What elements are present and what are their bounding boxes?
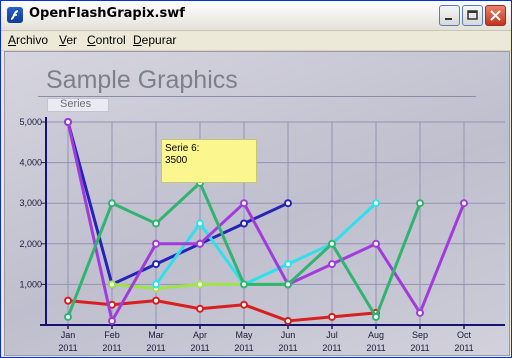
- menu-depurar-label: epurar: [141, 33, 177, 47]
- menu-control-label: ontrol: [95, 33, 126, 47]
- menu-depurar-accelerator: D: [133, 33, 142, 47]
- data-point-series-5: [152, 239, 160, 248]
- y-tick-label: 1,000: [19, 279, 42, 289]
- y-tick-label: 4,000: [19, 158, 42, 168]
- plot-area: [46, 122, 505, 325]
- line-chart: 1,000 2,000 3,000 4,000 5,000 Jan 2011 Feb 2011 M…: [19, 117, 505, 353]
- tooltip-series: Serie 6:: [165, 143, 200, 154]
- y-tick-label: 5,000: [19, 117, 42, 127]
- data-point-series-2: [328, 312, 336, 321]
- data-point-series-5: [460, 199, 468, 208]
- data-point-series-2: [152, 296, 160, 305]
- x-tick-year-label: 2011: [234, 343, 253, 353]
- x-tick-label: Feb: [104, 330, 120, 340]
- data-point-series-4: [284, 260, 292, 269]
- window-title: OpenFlashGrapix.swf: [29, 6, 185, 21]
- x-tick-label: Jun: [281, 330, 296, 340]
- data-point-series-2: [240, 300, 248, 309]
- data-tooltip: Serie 6: 3500: [161, 139, 257, 183]
- data-point-series-5: [196, 239, 204, 248]
- menu-archivo-label: rchivo: [16, 33, 49, 47]
- x-tick-year-label: 2011: [366, 343, 385, 353]
- data-point-series-6: [328, 239, 336, 248]
- data-point-series-1: [284, 199, 292, 208]
- flash-stage: Sample Graphics Series 1,000 2,000 3,000 4,…: [4, 51, 510, 356]
- x-tick-label: May: [235, 330, 253, 340]
- data-point-series-4: [372, 199, 380, 208]
- data-point-series-6: [416, 199, 424, 208]
- data-point-series-3: [108, 280, 116, 289]
- maximize-icon: [467, 10, 478, 20]
- close-button[interactable]: [485, 5, 506, 26]
- app-window: OpenFlashGrapix.swf Archivo Ver Control …: [0, 0, 512, 358]
- x-tick-year-label: 2011: [190, 343, 209, 353]
- menu-control-accelerator: C: [87, 33, 96, 47]
- x-tick-year-label: 2011: [58, 343, 77, 353]
- x-tick-label: Sep: [412, 330, 428, 340]
- data-point-series-2: [196, 304, 204, 313]
- data-point-series-6: [284, 280, 292, 289]
- data-point-series-5: [64, 118, 72, 126]
- data-point-series-6: [372, 312, 380, 321]
- data-point-series-4: [152, 280, 160, 289]
- data-point-series-5: [372, 239, 380, 248]
- menu-archivo-accelerator: A: [8, 33, 17, 47]
- x-tick-label: Oct: [457, 330, 472, 340]
- data-point-series-5: [108, 316, 116, 325]
- x-tick-year-label: 2011: [102, 343, 121, 353]
- data-point-series-5: [328, 260, 336, 269]
- data-point-series-5: [416, 308, 424, 317]
- x-tick-year-label: 2011: [146, 343, 165, 353]
- y-tick-label: 2,000: [19, 239, 42, 249]
- menu-bar: Archivo Ver Control Depurar: [1, 31, 511, 51]
- data-point-series-4: [196, 219, 204, 228]
- data-point-series-6: [240, 280, 248, 289]
- x-tick-label: Jan: [61, 330, 76, 340]
- data-point-series-6: [152, 219, 160, 228]
- close-icon: [490, 10, 501, 21]
- menu-archivo[interactable]: Archivo: [8, 33, 48, 47]
- x-tick-year-label: 2011: [454, 343, 473, 353]
- y-tick-label: 3,000: [19, 198, 42, 208]
- x-tick-year-label: 2011: [322, 343, 341, 353]
- menu-ver-label: er: [66, 33, 78, 47]
- data-point-series-2: [64, 296, 72, 305]
- x-tick-label: Aug: [368, 330, 384, 340]
- maximize-button[interactable]: [462, 5, 483, 26]
- data-point-series-1: [152, 260, 160, 269]
- flash-app-icon: [7, 7, 23, 23]
- menu-depurar[interactable]: Depurar: [133, 33, 176, 47]
- x-tick-year-label: 2011: [278, 343, 297, 353]
- x-tick-label: Jul: [326, 330, 338, 340]
- minimize-button[interactable]: [439, 5, 460, 26]
- data-point-series-6: [108, 199, 116, 208]
- data-point-series-3: [196, 280, 204, 289]
- data-point-series-5: [240, 199, 248, 208]
- data-point-series-2: [284, 316, 292, 325]
- menu-control[interactable]: Control: [87, 33, 126, 47]
- data-point-series-6: [64, 312, 72, 321]
- title-bar[interactable]: OpenFlashGrapix.swf: [1, 1, 511, 31]
- x-tick-label: Mar: [148, 330, 164, 340]
- x-tick-year-label: 2011: [410, 343, 429, 353]
- minimize-icon: [445, 18, 452, 20]
- tooltip-value: 3500: [165, 155, 188, 166]
- menu-ver[interactable]: Ver: [59, 33, 77, 47]
- x-tick-label: Apr: [193, 330, 207, 340]
- data-point-series-1: [240, 219, 248, 228]
